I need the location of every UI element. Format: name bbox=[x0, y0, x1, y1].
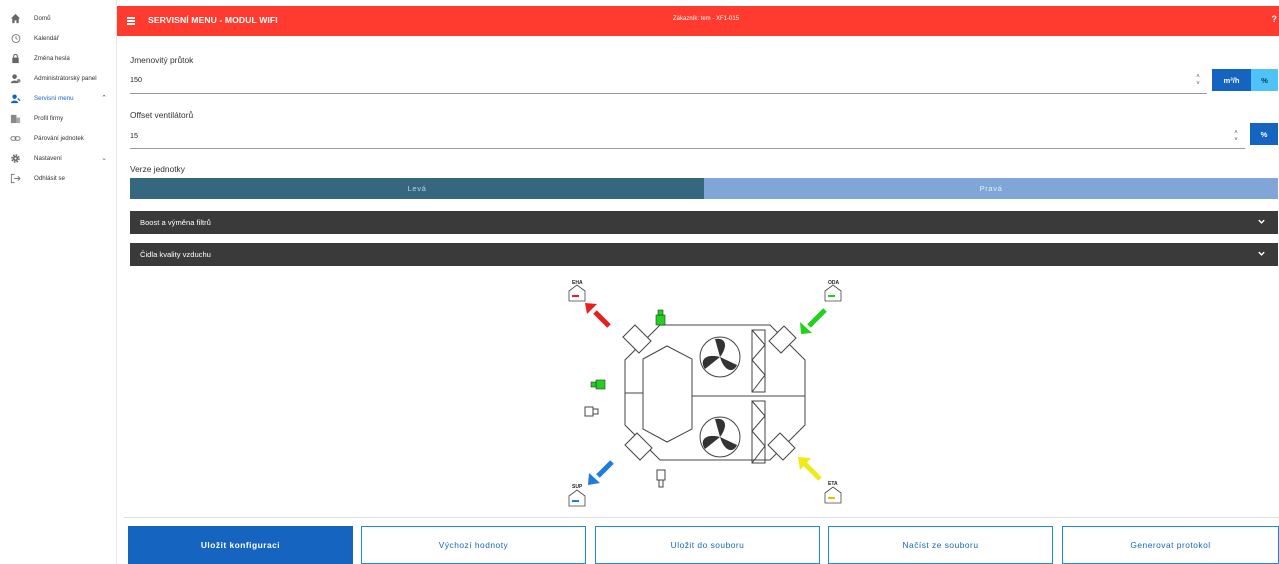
sidebar-item-service-menu[interactable]: Servisní menu ⌃ bbox=[0, 88, 117, 108]
generate-protocol-button[interactable]: Generovat protokol bbox=[1062, 526, 1279, 564]
chevron-down-icon bbox=[1258, 219, 1265, 224]
save-to-file-button[interactable]: Uložit do souboru bbox=[595, 526, 820, 564]
sidebar-item-label: Změna hesla bbox=[34, 54, 70, 62]
service-user-icon bbox=[9, 92, 21, 104]
default-values-button[interactable]: Výchozí hodnoty bbox=[361, 526, 586, 564]
sup-label: SUP bbox=[572, 484, 583, 490]
gear-icon bbox=[9, 152, 21, 164]
lock-icon bbox=[9, 52, 21, 64]
sidebar-item-label: Odhlásit se bbox=[34, 174, 65, 182]
eha-label: EHA bbox=[572, 280, 583, 286]
accordion-title: Čidla kvality vzduchu bbox=[140, 250, 211, 259]
nominal-flow-underline bbox=[130, 93, 1207, 94]
sidebar-item-settings[interactable]: Nastavení ⌄ bbox=[0, 148, 117, 168]
history-icon bbox=[9, 32, 21, 44]
sidebar-item-pairing[interactable]: Párování jednotek bbox=[0, 128, 117, 148]
nominal-flow-stepper[interactable]: ˄ ˅ bbox=[1194, 74, 1202, 90]
customer-info: Zákazník: tem - XF1-015 bbox=[673, 16, 740, 22]
fan-offset-input[interactable]: 15 bbox=[130, 131, 138, 140]
unit-version-toggle: Levá Pravá bbox=[130, 178, 1278, 199]
chevron-down-icon bbox=[1258, 251, 1265, 256]
oda-label: ODA bbox=[828, 280, 840, 286]
home-icon bbox=[9, 12, 21, 24]
menu-icon[interactable] bbox=[127, 17, 135, 25]
accordion-title: Boost a výměna filtrů bbox=[140, 218, 211, 227]
chevron-down-icon: ⌄ bbox=[101, 155, 107, 162]
sidebar-item-label: Nastavení bbox=[34, 154, 62, 162]
fan-offset-label: Offset ventilátorů bbox=[130, 110, 194, 120]
sidebar-item-password[interactable]: Změna hesla bbox=[0, 48, 117, 68]
chevron-up-icon: ⌃ bbox=[101, 95, 107, 102]
link-icon bbox=[9, 132, 21, 144]
sidebar-item-label: Párování jednotek bbox=[34, 134, 84, 142]
logout-icon bbox=[9, 172, 21, 184]
fan-offset-underline bbox=[130, 148, 1245, 149]
sidebar-item-home[interactable]: Domů bbox=[0, 8, 117, 28]
unit-version-right-option[interactable]: Pravá bbox=[704, 178, 1278, 199]
sidebar: Domů Kalendář Změna hesla Administrátors… bbox=[0, 0, 117, 564]
actions-divider bbox=[124, 517, 1279, 518]
sidebar-item-label: Kalendář bbox=[34, 34, 59, 42]
ventilation-unit-diagram: EHA ODA SUP ETA bbox=[568, 280, 842, 507]
fan-offset-unit-button[interactable]: % bbox=[1250, 123, 1278, 145]
sidebar-item-calendar[interactable]: Kalendář bbox=[0, 28, 117, 48]
sidebar-item-label: Servisní menu bbox=[34, 94, 74, 102]
nominal-flow-label: Jmenovitý průtok bbox=[130, 55, 194, 65]
page-title: SERVISNÍ MENU - MODUL WIFI bbox=[148, 15, 278, 25]
sidebar-item-label: Profil firmy bbox=[34, 114, 64, 122]
unit-version-left-option[interactable]: Levá bbox=[130, 178, 704, 199]
nominal-flow-input[interactable]: 150 bbox=[130, 75, 142, 84]
sidebar-item-label: Administrátorský panel bbox=[34, 74, 97, 82]
accordion-boost-filters[interactable]: Boost a výměna filtrů bbox=[130, 211, 1278, 234]
sidebar-item-admin[interactable]: Administrátorský panel bbox=[0, 68, 117, 88]
sidebar-item-logout[interactable]: Odhlásit se bbox=[0, 168, 117, 188]
admin-icon bbox=[9, 72, 21, 84]
help-icon[interactable]: ? bbox=[1272, 14, 1278, 24]
load-from-file-button[interactable]: Načíst ze souboru bbox=[828, 526, 1053, 564]
sidebar-item-label: Domů bbox=[34, 14, 51, 22]
unit-m3h-button[interactable]: m³/h bbox=[1212, 69, 1251, 91]
accordion-air-quality[interactable]: Čidla kvality vzduchu bbox=[130, 243, 1278, 266]
app-header: SERVISNÍ MENU - MODUL WIFI Zákazník: tem… bbox=[117, 6, 1279, 36]
company-icon bbox=[9, 112, 21, 124]
unit-version-label: Verze jednotky bbox=[130, 164, 185, 174]
fan-offset-stepper[interactable]: ˄ ˅ bbox=[1232, 130, 1240, 146]
eta-label: ETA bbox=[828, 481, 838, 487]
unit-percent-button[interactable]: % bbox=[1251, 69, 1278, 91]
save-config-button[interactable]: Uložit konfiguraci bbox=[128, 526, 353, 564]
sidebar-item-company-profile[interactable]: Profil firmy bbox=[0, 108, 117, 128]
